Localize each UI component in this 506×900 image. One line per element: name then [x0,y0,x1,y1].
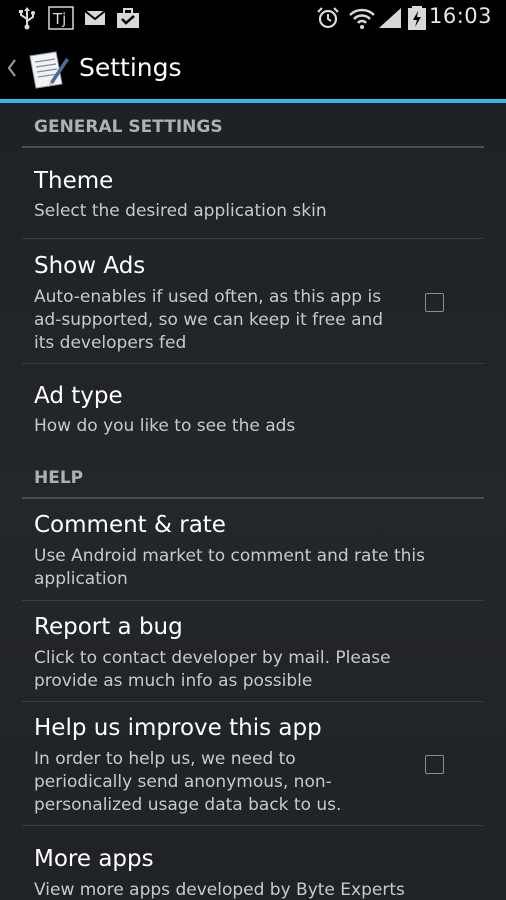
settings-list[interactable]: GENERAL SETTINGS Theme Select the desire… [0,103,506,900]
pref-title: Help us improve this app [34,715,322,741]
help-improve-checkbox[interactable] [425,755,444,774]
action-bar: Settings [0,36,506,100]
wifi-icon [349,8,375,29]
tj-app-icon: Tj [48,6,74,30]
gmail-icon [84,10,106,25]
divider [22,238,484,239]
pref-title: Theme [34,168,114,194]
signal-icon [379,8,401,28]
pref-summary-line: Click to contact developer by mail. Plea… [34,648,391,668]
clock: 16:03 [428,4,492,28]
section-header-general: GENERAL SETTINGS [22,112,484,148]
pref-summary: How do you like to see the ads [34,416,296,436]
pref-summary-line: periodically send anonymous, non- [34,772,332,792]
section-header-help: HELP [22,463,484,499]
section-header-label: HELP [34,468,84,488]
show-ads-checkbox[interactable] [425,293,444,312]
pref-summary-line: provide as much info as possible [34,671,313,691]
pref-summary: Select the desired application skin [34,201,327,221]
svg-text:Tj: Tj [52,10,66,28]
battery-charging-icon [408,6,426,30]
section-header-label: GENERAL SETTINGS [34,117,223,137]
alarm-icon [317,7,339,29]
pref-summary: View more apps developed by Byte Experts [34,880,405,900]
pref-theme[interactable]: Theme Select the desired application ski… [22,148,484,240]
pref-title: Comment & rate [34,512,226,538]
pref-show-ads[interactable]: Show Ads Auto-enables if used often, as … [22,240,484,364]
pref-comment-rate[interactable]: Comment & rate Use Android market to com… [22,499,484,601]
pref-summary-line: ad-supported, so we can keep it free and [34,310,384,330]
pref-title: More apps [34,846,154,872]
usb-icon [19,7,35,30]
pref-ad-type[interactable]: Ad type How do you like to see the ads [22,364,484,456]
pref-summary-line: its developers fed [34,333,187,353]
pref-summary-line: personalized usage data back to us. [34,795,342,815]
pref-summary-line: Auto-enables if used often, as this app … [34,287,382,307]
pref-report-bug[interactable]: Report a bug Click to contact developer … [22,601,484,702]
page-title: Settings [79,53,182,82]
pref-summary-line: Use Android market to comment and rate t… [34,546,426,566]
pref-title: Report a bug [34,614,183,640]
pref-more-apps[interactable]: More apps View more apps developed by By… [22,826,484,900]
pref-title: Ad type [34,383,123,409]
status-bar: Tj 16:03 [0,0,506,36]
briefcase-icon [117,8,139,28]
pref-title: Show Ads [34,253,146,279]
pref-help-improve[interactable]: Help us improve this app In order to hel… [22,702,484,826]
chevron-left-icon[interactable] [4,56,18,80]
pref-summary-line: application [34,569,128,589]
pref-summary-line: In order to help us, we need to [34,749,296,769]
app-logo-icon[interactable] [26,48,70,92]
